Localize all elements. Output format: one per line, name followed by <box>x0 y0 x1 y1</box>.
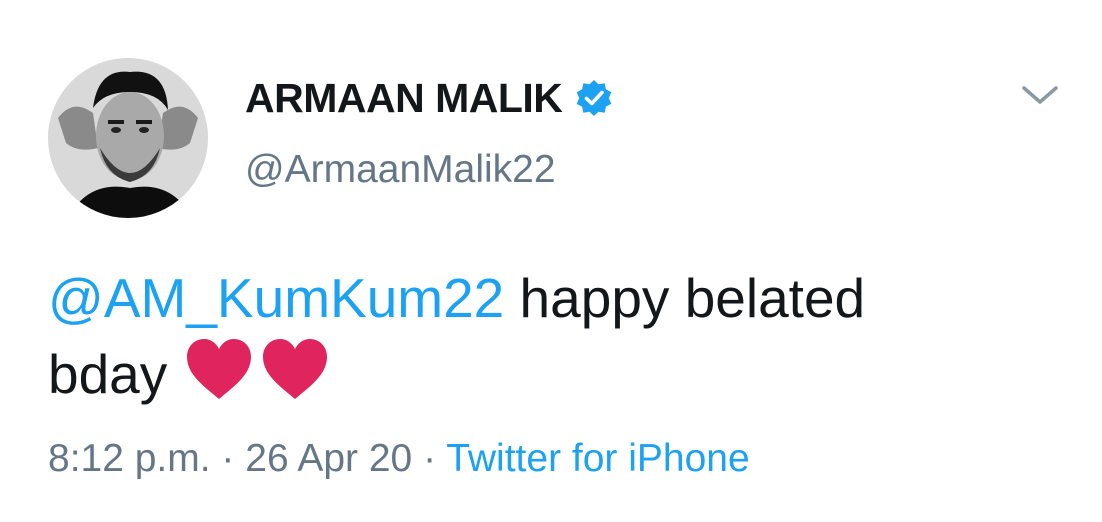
author-handle[interactable]: @ArmaanMalik22 <box>245 148 556 192</box>
red-heart-icon <box>187 339 252 399</box>
tweet-text: @AM_KumKum22 happy belated bday <box>48 260 1058 420</box>
author-name-row[interactable]: ARMAAN MALIK <box>245 70 614 126</box>
tweet-text-line1: happy belated <box>504 267 866 329</box>
tweet-meta: 8:12 p.m. · 26 Apr 20 · Twitter for iPho… <box>48 437 750 481</box>
meta-separator: · <box>210 437 246 480</box>
tweet-menu-button[interactable] <box>1018 80 1062 110</box>
red-heart-icon <box>263 339 328 399</box>
tweet-source-link[interactable]: Twitter for iPhone <box>446 437 749 480</box>
tweet-date[interactable]: 26 Apr 20 <box>245 437 412 480</box>
display-name[interactable]: ARMAAN MALIK <box>245 75 563 122</box>
tweet-time[interactable]: 8:12 p.m. <box>48 437 211 480</box>
meta-separator: · <box>412 437 447 480</box>
emoji-group <box>183 337 335 420</box>
avatar[interactable] <box>48 58 208 218</box>
verified-badge-icon <box>577 80 612 116</box>
chevron-down-icon <box>1022 86 1058 104</box>
tweet-text-line2: bday <box>48 343 168 405</box>
mention-link[interactable]: @AM_KumKum22 <box>48 267 504 329</box>
avatar-portrait-icon <box>48 58 208 218</box>
tweet-card: ARMAAN MALIK @ArmaanMalik22 @AM_KumKum22… <box>0 0 1102 522</box>
